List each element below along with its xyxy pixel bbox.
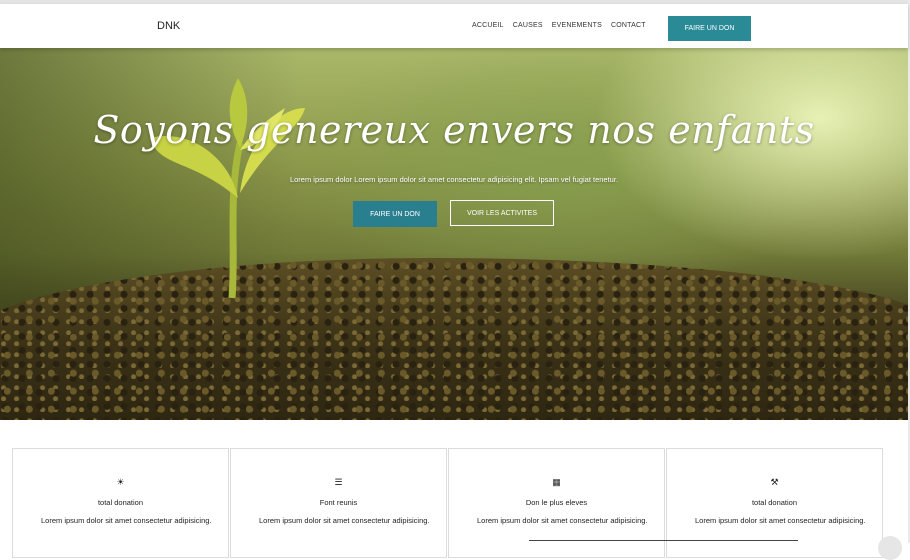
stat-card: ⚒ total donation Lorem ipsum dolor sit a…: [666, 448, 883, 558]
card-title: total donation: [751, 498, 798, 507]
nav-links: ACCUEIL CAUSES EVENEMENTS CONTACT: [472, 22, 646, 29]
hero-subtitle: Lorem ipsum dolor Lorem ipsum dolor sit …: [289, 175, 619, 184]
card-text: Lorem ipsum dolor sit amet consectetur a…: [477, 516, 648, 525]
navbar: DNK ACCUEIL CAUSES EVENEMENTS CONTACT FA…: [0, 4, 908, 48]
section-divider: [529, 540, 798, 541]
brand-logo[interactable]: DNK: [157, 20, 180, 32]
sun-icon: ☀: [116, 477, 125, 487]
list-icon: ☰: [334, 477, 343, 487]
card-text: Lorem ipsum dolor sit amet consectetur a…: [259, 516, 430, 525]
sprout-image: [150, 78, 305, 299]
tools-icon: ⚒: [770, 477, 779, 487]
stat-card: ☰ Font reunis Lorem ipsum dolor sit amet…: [230, 448, 447, 558]
hero-title: Soyons genereux envers nos enfants: [93, 108, 815, 152]
nav-donate-button[interactable]: FAIRE UN DON: [668, 16, 751, 41]
stats-cards: ☀ total donation Lorem ipsum dolor sit a…: [12, 448, 884, 558]
hero-donate-button[interactable]: FAIRE UN DON: [353, 201, 437, 227]
stat-card: ☀ total donation Lorem ipsum dolor sit a…: [12, 448, 229, 558]
hero-activities-button[interactable]: VOIR LES ACTIVITES: [450, 200, 554, 226]
card-text: Lorem ipsum dolor sit amet consectetur a…: [41, 516, 212, 525]
nav-link-evenements[interactable]: EVENEMENTS: [552, 22, 602, 29]
stat-card: ▦ Don le plus eleves Lorem ipsum dolor s…: [448, 448, 665, 558]
card-title: Don le plus eleves: [525, 498, 588, 507]
scroll-to-top-button[interactable]: [878, 536, 902, 560]
nav-link-contact[interactable]: CONTACT: [611, 22, 646, 29]
hero-banner: Soyons genereux envers nos enfants Lorem…: [0, 48, 908, 420]
building-icon: ▦: [552, 477, 561, 487]
nav-link-accueil[interactable]: ACCUEIL: [472, 22, 504, 29]
nav-link-causes[interactable]: CAUSES: [513, 22, 543, 29]
card-title: Font reunis: [319, 498, 358, 507]
card-text: Lorem ipsum dolor sit amet consectetur a…: [695, 516, 866, 525]
card-title: total donation: [97, 498, 144, 507]
